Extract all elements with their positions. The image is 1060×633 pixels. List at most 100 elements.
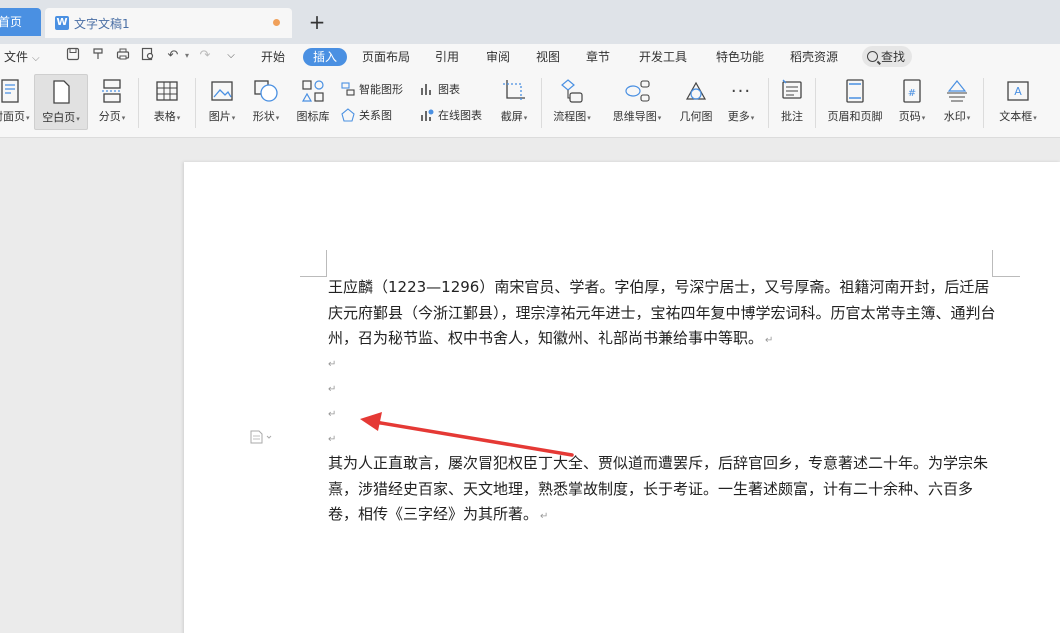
geometry-label: 几何图 [679,110,713,123]
print-icon[interactable] [114,47,132,65]
shape-label: 形状 [252,110,275,123]
geometry-button[interactable]: 几何图 [675,74,717,130]
chart-icon [421,84,431,95]
more-icon: ··· [730,80,752,102]
icon-library-button[interactable]: 图标库 [292,74,334,130]
mindmap-icon [606,78,668,104]
print-preview-icon[interactable] [139,47,157,65]
icon-library-icon [292,78,334,104]
undo-dropdown-icon[interactable]: ▾ [178,47,196,65]
relation-chart-label: 关系图 [359,109,392,122]
mindmap-label: 思维导图 [612,110,657,123]
chart-button[interactable]: 图表 [420,80,460,98]
menu-bar: 文件 ⌵ ↶ ▾ ↷ ⌵ 开始 插入 页面布局 引用 审阅 视图 章节 开发工具 … [0,44,1060,70]
cover-page-button[interactable]: 封面页▾ [0,74,30,130]
online-chart-icon [421,109,434,121]
watermark-button[interactable]: 水印▾ [937,74,977,130]
tab-developer[interactable]: 开发工具 [639,48,687,66]
document-tab[interactable]: W 文字文稿1 [45,8,292,38]
flowchart-icon [548,78,596,104]
header-footer-button[interactable]: 页眉和页脚 [822,74,888,130]
comment-icon [775,78,809,104]
comment-button[interactable]: 批注 [775,74,809,130]
tab-insert[interactable]: 插入 [303,48,348,66]
table-label: 表格 [153,110,176,123]
margin-corner-top-right [992,250,1020,277]
new-tab-button[interactable]: + [306,10,328,34]
tab-bar: 首页 W 文字文稿1 + [0,0,1060,44]
picture-button[interactable]: 图片▾ [202,74,242,130]
margin-corner-top-left [300,250,327,277]
paragraph-options-icon[interactable] [250,430,272,444]
cover-page-label: 封面页 [0,110,25,123]
search-button[interactable]: 查找 [862,46,912,67]
writer-doc-icon: W [55,16,69,30]
format-painter-icon[interactable] [89,47,107,65]
screenshot-label: 截屏 [500,110,523,123]
blank-page-button[interactable]: 空白页▾ [34,74,88,130]
customize-toolbar-icon[interactable]: ⌵ [222,47,240,65]
file-menu-label: 文件 [4,50,29,64]
tab-review[interactable]: 审阅 [486,48,510,66]
tab-view[interactable]: 视图 [536,48,560,66]
smart-art-button[interactable]: 智能图形 [341,80,403,98]
tab-references[interactable]: 引用 [435,48,459,66]
empty-paragraph-mark[interactable]: ↵ [328,409,336,420]
tab-page-layout[interactable]: 页面布局 [362,48,410,66]
page-number-label: 页码 [898,110,921,123]
save-icon[interactable] [64,47,82,65]
header-footer-icon [822,78,888,104]
document-area[interactable]: 王应麟（1223—1296）南宋官员、学者。字伯厚，号深宁居士，又号厚斋。祖籍河… [0,139,1060,633]
relation-chart-button[interactable]: 关系图 [341,106,392,124]
ribbon-divider [768,78,769,128]
watermark-icon [937,78,977,104]
online-chart-button[interactable]: 在线图表 [420,106,482,124]
cover-page-icon [0,78,28,104]
empty-paragraph-mark[interactable]: ↵ [328,384,336,395]
page-break-label: 分页 [98,110,121,123]
online-chart-label: 在线图表 [438,109,482,122]
page-break-icon [93,78,131,104]
paragraph-2-text: 其为人正直敢言，屡次冒犯权臣丁大全、贾似道而遭罢斥，后辞官回乡，专意著述二十年。… [328,454,989,523]
smart-art-icon [341,82,355,96]
paragraph-1[interactable]: 王应麟（1223—1296）南宋官员、学者。字伯厚，号深宁居士，又号厚斋。祖籍河… [328,275,996,354]
redo-icon[interactable]: ↷ [196,47,214,65]
file-menu[interactable]: 文件 ⌵ [4,48,40,65]
smart-art-label: 智能图形 [359,83,403,96]
page-number-button[interactable]: # 页码▾ [893,74,931,130]
insert-ribbon: 封面页▾ 空白页▾ 分页▾ 表格▾ 图片▾ 形状▾ 图标库 智能图形 图表 关系… [0,70,1060,138]
mindmap-button[interactable]: 思维导图▾ [606,74,668,130]
document-page[interactable]: 王应麟（1223—1296）南宋官员、学者。字伯厚，号深宁居士，又号厚斋。祖籍河… [184,162,1060,633]
document-tab-title: 文字文稿1 [74,16,130,31]
shape-icon [246,78,286,104]
empty-paragraph-mark[interactable]: ↵ [328,359,336,370]
picture-label: 图片 [208,110,231,123]
paragraph-2[interactable]: 其为人正直敢言，屡次冒犯权臣丁大全、贾似道而遭罢斥，后辞官回乡，专意著述二十年。… [328,451,996,530]
tab-special-features[interactable]: 特色功能 [716,48,764,66]
svg-text:#: # [908,88,916,99]
paragraph-1-text: 王应麟（1223—1296）南宋官员、学者。字伯厚，号深宁居士，又号厚斋。祖籍河… [328,278,996,347]
page-number-icon: # [893,78,931,104]
empty-paragraph-mark[interactable]: ↵ [328,434,336,445]
tab-start[interactable]: 开始 [261,48,285,66]
tab-docer-resources[interactable]: 稻壳资源 [790,48,838,66]
textbox-icon: A [993,78,1043,104]
textbox-button[interactable]: A 文本框▾ [993,74,1043,130]
more-button[interactable]: ··· 更多▾ [722,74,760,130]
table-button[interactable]: 表格▾ [146,74,188,130]
flowchart-button[interactable]: 流程图▾ [548,74,596,130]
page-break-button[interactable]: 分页▾ [93,74,131,130]
search-label: 查找 [881,50,906,64]
header-footer-label: 页眉和页脚 [827,110,883,123]
search-icon [867,51,878,62]
paragraph-mark: ↵ [540,511,549,522]
svg-text:A: A [1014,85,1022,98]
shape-button[interactable]: 形状▾ [246,74,286,130]
home-tab[interactable]: 首页 [0,8,41,36]
screenshot-button[interactable]: 截屏▾ [494,74,534,130]
ribbon-divider [138,78,139,128]
textbox-label: 文本框 [999,110,1033,123]
tab-chapter[interactable]: 章节 [586,48,610,66]
flowchart-label: 流程图 [553,110,587,123]
comment-label: 批注 [781,110,803,123]
